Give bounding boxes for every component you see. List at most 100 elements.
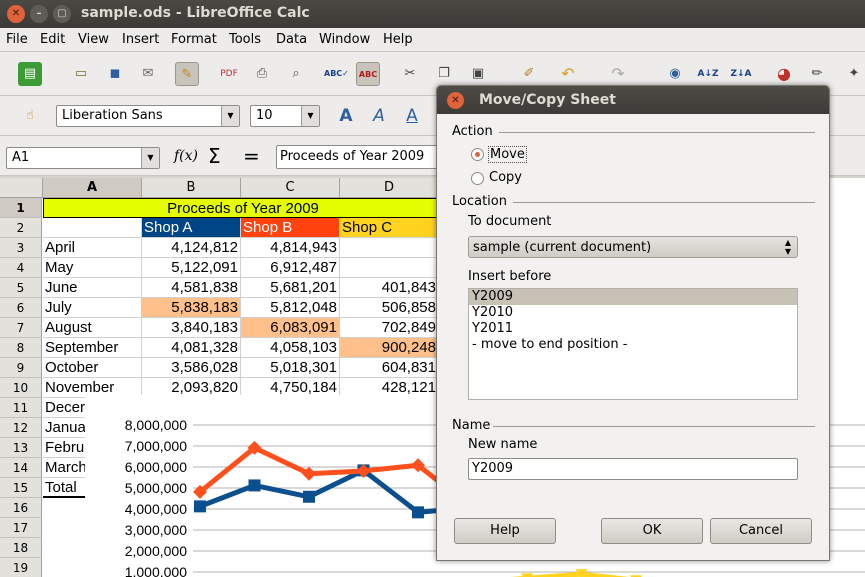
insert-chart-icon[interactable]: ◕ xyxy=(772,62,796,86)
navigator-icon[interactable]: ✦ xyxy=(842,62,865,86)
print-preview-icon[interactable]: ⌕ xyxy=(284,62,308,86)
copy-radio[interactable] xyxy=(471,172,484,185)
row-header[interactable]: 4 xyxy=(0,258,42,278)
redo-icon[interactable]: ↷ xyxy=(606,62,630,86)
cut-icon[interactable]: ✂ xyxy=(398,62,422,86)
email-icon[interactable]: ✉ xyxy=(136,62,160,86)
list-item[interactable]: Y2009 xyxy=(469,289,797,305)
month-cell[interactable]: October xyxy=(43,358,142,378)
value-cell[interactable]: 3,586,028 xyxy=(142,358,241,378)
move-radio[interactable] xyxy=(471,148,484,161)
function-wizard-icon[interactable]: f(x) xyxy=(174,148,198,164)
menu-help[interactable]: Help xyxy=(383,32,413,47)
shop-b-header-cell[interactable]: Shop B xyxy=(241,218,340,238)
underline-icon[interactable]: A xyxy=(400,104,424,128)
value-cell[interactable]: 5,122,091 xyxy=(142,258,241,278)
sort-descending-icon[interactable]: Z↓A xyxy=(729,62,753,86)
value-cell[interactable]: 401,843 xyxy=(340,278,439,298)
value-cell[interactable]: 4,124,812 xyxy=(142,238,241,258)
font-name-combo[interactable]: Liberation Sans ▼ xyxy=(56,105,240,127)
row-header[interactable]: 18 xyxy=(0,538,42,558)
italic-icon[interactable]: A xyxy=(367,104,391,128)
row-header[interactable]: 9 xyxy=(0,358,42,378)
row-header[interactable]: 1 xyxy=(0,198,42,218)
print-icon[interactable]: ⎙ xyxy=(250,62,274,86)
window-minimize-icon[interactable]: – xyxy=(30,5,48,23)
row-header[interactable]: 19 xyxy=(0,558,42,577)
value-cell[interactable]: 506,858 xyxy=(340,298,439,318)
value-cell[interactable]: 3,840,183 xyxy=(142,318,241,338)
month-cell[interactable]: June xyxy=(43,278,142,298)
new-document-icon[interactable]: ▤ xyxy=(18,62,42,86)
month-cell[interactable]: April xyxy=(43,238,142,258)
value-cell[interactable]: 5,812,048 xyxy=(241,298,340,318)
shop-a-header-cell[interactable]: Shop A xyxy=(142,218,241,238)
window-close-icon[interactable]: ✕ xyxy=(7,5,25,23)
shop-c-header-cell[interactable]: Shop C xyxy=(340,218,439,238)
row-header[interactable]: 6 xyxy=(0,298,42,318)
undo-icon[interactable]: ↶ xyxy=(556,62,580,86)
value-cell[interactable]: 6,912,487 xyxy=(241,258,340,278)
value-cell[interactable]: 4,814,943 xyxy=(241,238,340,258)
menu-window[interactable]: Window xyxy=(319,32,370,47)
month-cell[interactable]: September xyxy=(43,338,142,358)
sum-icon[interactable]: Σ xyxy=(208,144,221,168)
row-header[interactable]: 16 xyxy=(0,498,42,518)
autospellcheck-icon[interactable]: ABC xyxy=(356,62,380,86)
open-folder-icon[interactable]: ▭ xyxy=(69,62,93,86)
help-button[interactable]: Help xyxy=(454,518,556,544)
insert-before-list[interactable]: Y2009 Y2010 Y2011 - move to end position… xyxy=(468,288,798,400)
row-header[interactable]: 5 xyxy=(0,278,42,298)
list-item[interactable]: Y2010 xyxy=(469,305,797,321)
edit-mode-icon[interactable]: ✎ xyxy=(175,62,199,86)
value-cell[interactable]: 6,083,091 xyxy=(241,318,340,338)
equals-icon[interactable]: = xyxy=(243,144,260,168)
spellcheck-icon[interactable]: ABC✓ xyxy=(324,62,349,86)
value-cell[interactable]: 5,838,183 xyxy=(142,298,241,318)
cancel-button[interactable]: Cancel xyxy=(710,518,812,544)
menu-edit[interactable]: Edit xyxy=(40,32,65,47)
column-header-a[interactable]: A xyxy=(43,178,142,198)
clone-formatting-icon[interactable]: ✐ xyxy=(517,62,541,86)
menu-data[interactable]: Data xyxy=(276,32,307,47)
ok-button[interactable]: OK xyxy=(601,518,703,544)
move-radio-label[interactable]: Move xyxy=(488,146,527,163)
select-all-corner[interactable] xyxy=(0,178,43,198)
list-item[interactable]: Y2011 xyxy=(469,321,797,337)
menu-file[interactable]: File xyxy=(6,32,28,47)
font-size-combo[interactable]: 10 ▼ xyxy=(250,105,320,127)
menu-view[interactable]: View xyxy=(78,32,109,47)
new-name-input[interactable]: Y2009 xyxy=(468,458,798,480)
row-header[interactable]: 10 xyxy=(0,378,42,398)
copy-radio-label[interactable]: Copy xyxy=(489,170,522,185)
row-header[interactable]: 8 xyxy=(0,338,42,358)
row-header[interactable]: 14 xyxy=(0,458,42,478)
month-cell[interactable]: July xyxy=(43,298,142,318)
sort-ascending-icon[interactable]: A↓Z xyxy=(696,62,720,86)
row-header[interactable]: 2 xyxy=(0,218,42,238)
row-header[interactable]: 12 xyxy=(0,418,42,438)
column-header-d[interactable]: D xyxy=(340,178,439,198)
value-cell[interactable]: 604,831 xyxy=(340,358,439,378)
row-header[interactable]: 15 xyxy=(0,478,42,498)
row-header[interactable]: 7 xyxy=(0,318,42,338)
month-cell[interactable]: August xyxy=(43,318,142,338)
save-icon[interactable]: ◼ xyxy=(103,62,127,86)
row-header[interactable]: 3 xyxy=(0,238,42,258)
row-header[interactable]: 17 xyxy=(0,518,42,538)
window-maximize-icon[interactable]: ▢ xyxy=(53,5,71,23)
value-cell[interactable]: 4,081,328 xyxy=(142,338,241,358)
value-cell[interactable]: 900,248 xyxy=(340,338,439,358)
column-header-b[interactable]: B xyxy=(142,178,241,198)
to-document-select[interactable]: sample (current document) ▲ ▼ xyxy=(468,236,798,258)
row-header[interactable]: 11 xyxy=(0,398,42,418)
sheet-title-cell[interactable]: Proceeds of Year 2009 xyxy=(43,198,443,218)
cell[interactable] xyxy=(43,218,142,238)
chevron-down-icon[interactable]: ▼ xyxy=(301,106,319,126)
formula-input[interactable]: Proceeds of Year 2009 xyxy=(276,145,440,169)
show-draw-functions-icon[interactable]: ✏ xyxy=(805,62,829,86)
hyperlink-icon[interactable]: ◉ xyxy=(663,62,687,86)
menu-insert[interactable]: Insert xyxy=(122,32,159,47)
bold-icon[interactable]: A xyxy=(334,104,358,128)
chevron-down-icon[interactable]: ▼ xyxy=(221,106,239,126)
